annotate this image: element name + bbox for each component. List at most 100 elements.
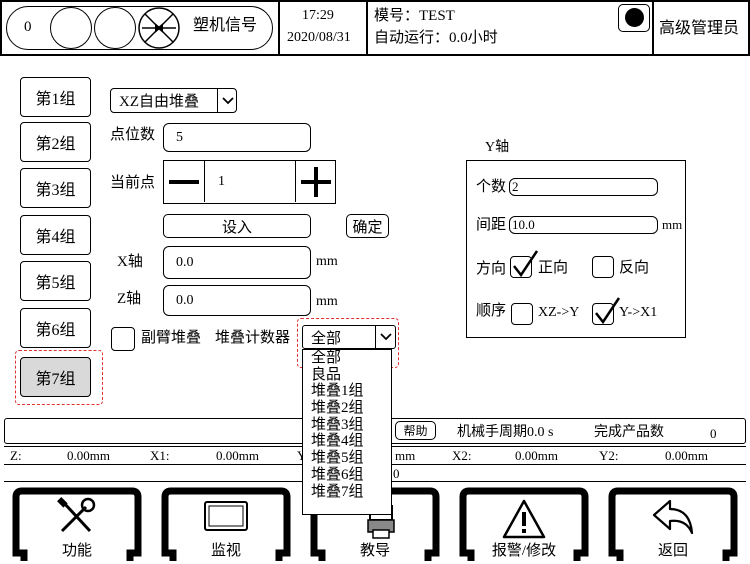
y-spacing-unit: mm — [662, 217, 683, 232]
group-button-5[interactable]: 第5组 — [20, 261, 91, 301]
y-spacing-label: 间距 — [476, 217, 507, 233]
y2-pos-value: 0.00mm — [665, 448, 708, 463]
warning-icon — [502, 499, 546, 539]
plus-button[interactable] — [295, 161, 335, 202]
reverse-label: 反向 — [619, 260, 650, 276]
y-direction-label: 方向 — [476, 261, 507, 277]
y-count-label: 个数 — [476, 179, 507, 195]
alarm-button-label: 报警/修改 — [491, 543, 557, 559]
screen: 0 塑机信号 17:29 2020/08/31 模号：TEST 自动运行：0.0… — [0, 0, 750, 564]
z-pos-label: Z: — [10, 448, 22, 463]
y2-pos-label: Y2: — [599, 448, 619, 463]
z-axis-input[interactable]: 0.0 — [163, 285, 311, 316]
dropdown-option[interactable]: 堆叠1组 — [303, 383, 391, 400]
products-label: 完成产品数 — [594, 425, 664, 440]
order-y-x1-label: Y->X1 — [619, 305, 658, 320]
function-button-label: 功能 — [61, 543, 92, 559]
sub-arm-stack-label: 副臂堆叠 — [141, 330, 202, 346]
chevron-down-icon[interactable] — [375, 325, 396, 349]
dropdown-option[interactable]: 堆叠5组 — [303, 450, 391, 467]
back-arrow-icon — [652, 499, 694, 535]
group-button-1[interactable]: 第1组 — [20, 77, 91, 117]
status-light-icon — [618, 4, 650, 32]
confirm-button[interactable]: 确定 — [346, 214, 389, 238]
indicator-circle-1 — [50, 7, 92, 49]
dropdown-option[interactable]: 堆叠6组 — [303, 467, 391, 484]
dropdown-option[interactable]: 堆叠4组 — [303, 433, 391, 450]
x2-pos-label: X2: — [452, 448, 472, 463]
group-button-2[interactable]: 第2组 — [20, 122, 91, 162]
stack-counter-value: 全部 — [311, 330, 342, 347]
group-button-6[interactable]: 第6组 — [20, 308, 91, 348]
mold-label: 模号：TEST — [374, 8, 455, 24]
check-icon — [513, 250, 539, 278]
stack-mode-value: XZ自由堆叠 — [119, 94, 199, 110]
set-in-button[interactable]: 设入 — [163, 214, 311, 238]
machine-signal-label: 塑机信号 — [193, 17, 258, 34]
alarm-button[interactable]: 报警/修改 — [451, 487, 597, 564]
current-point-stepper[interactable]: 1 — [163, 160, 336, 204]
x1-pos-label: X1: — [150, 448, 170, 463]
x-axis-unit: mm — [316, 254, 338, 269]
x-axis-label: X轴 — [117, 254, 143, 270]
plus-icon — [300, 166, 331, 197]
y-order-label: 顺序 — [476, 303, 507, 319]
products-value: 0 — [710, 426, 717, 441]
current-point-value: 1 — [218, 173, 225, 189]
minus-icon — [169, 179, 199, 184]
group-button-3[interactable]: 第3组 — [20, 168, 91, 208]
minus-button[interactable] — [164, 161, 205, 202]
y-spacing-input[interactable]: 10.0 — [509, 216, 658, 234]
clock-time: 17:29 — [302, 8, 334, 23]
y-axis-title: Y轴 — [485, 140, 510, 155]
indicator-circle-2 — [94, 7, 136, 49]
dropdown-option[interactable]: 堆叠3组 — [303, 417, 391, 434]
x1-pos-value: 0.00mm — [216, 448, 259, 463]
group-button-4[interactable]: 第4组 — [20, 215, 91, 255]
dropdown-option[interactable]: 全部 — [303, 350, 391, 367]
header-divider — [652, 0, 654, 56]
dropdown-option[interactable]: 堆叠2组 — [303, 400, 391, 417]
order-xz-y-label: XZ->Y — [538, 305, 580, 320]
y1-pos-unit-fragment: mm — [395, 448, 416, 463]
auto-run-label: 自动运行：0.0小时 — [374, 30, 498, 46]
help-button[interactable]: 帮助 — [395, 421, 436, 440]
order-xz-y-checkbox[interactable] — [511, 303, 533, 325]
y-count-input[interactable]: 2 — [509, 178, 658, 196]
stack-counter-dropdown-list[interactable]: 全部 良品 堆叠1组 堆叠2组 堆叠3组 堆叠4组 堆叠5组 堆叠6组 堆叠7组 — [302, 349, 392, 515]
header-divider — [366, 0, 368, 56]
user-level-button[interactable]: 高级管理员 — [659, 21, 739, 37]
forward-label: 正向 — [538, 260, 569, 276]
forward-checkbox[interactable] — [510, 250, 539, 278]
points-label: 点位数 — [110, 127, 156, 143]
monitor-icon — [204, 501, 248, 531]
counter-value: 0 — [24, 19, 32, 35]
check-icon — [595, 297, 621, 325]
back-button[interactable]: 返回 — [600, 487, 746, 564]
monitor-button[interactable]: 监视 — [153, 487, 299, 564]
current-point-label: 当前点 — [110, 175, 156, 191]
dropdown-option[interactable]: 堆叠7组 — [303, 484, 391, 501]
points-input[interactable]: 5 — [163, 123, 311, 152]
dropdown-option[interactable]: 良品 — [303, 367, 391, 384]
back-button-label: 返回 — [657, 543, 688, 559]
group-button-7[interactable]: 第7组 — [20, 357, 91, 397]
stack-counter-label: 堆叠计数器 — [215, 330, 291, 346]
mold-clamp-icon — [138, 7, 180, 49]
monitor-button-label: 监视 — [210, 543, 241, 559]
clock-date: 2020/08/31 — [287, 30, 351, 45]
x2-pos-value: 0.00mm — [515, 448, 558, 463]
sub-arm-stack-checkbox[interactable] — [111, 327, 135, 351]
tools-icon — [57, 497, 96, 533]
info-fragment: 0 — [393, 466, 400, 481]
z-pos-value: 0.00mm — [67, 448, 110, 463]
z-axis-unit: mm — [316, 294, 338, 309]
header-divider — [278, 0, 280, 56]
function-button[interactable]: 功能 — [4, 487, 150, 564]
z-axis-label: Z轴 — [117, 291, 142, 307]
x-axis-input[interactable]: 0.0 — [163, 246, 311, 279]
order-y-x1-checkbox[interactable] — [592, 297, 621, 325]
chevron-down-icon[interactable] — [217, 88, 237, 113]
cycle-time-label: 机械手周期0.0 s — [457, 425, 554, 440]
reverse-checkbox[interactable] — [592, 256, 614, 278]
